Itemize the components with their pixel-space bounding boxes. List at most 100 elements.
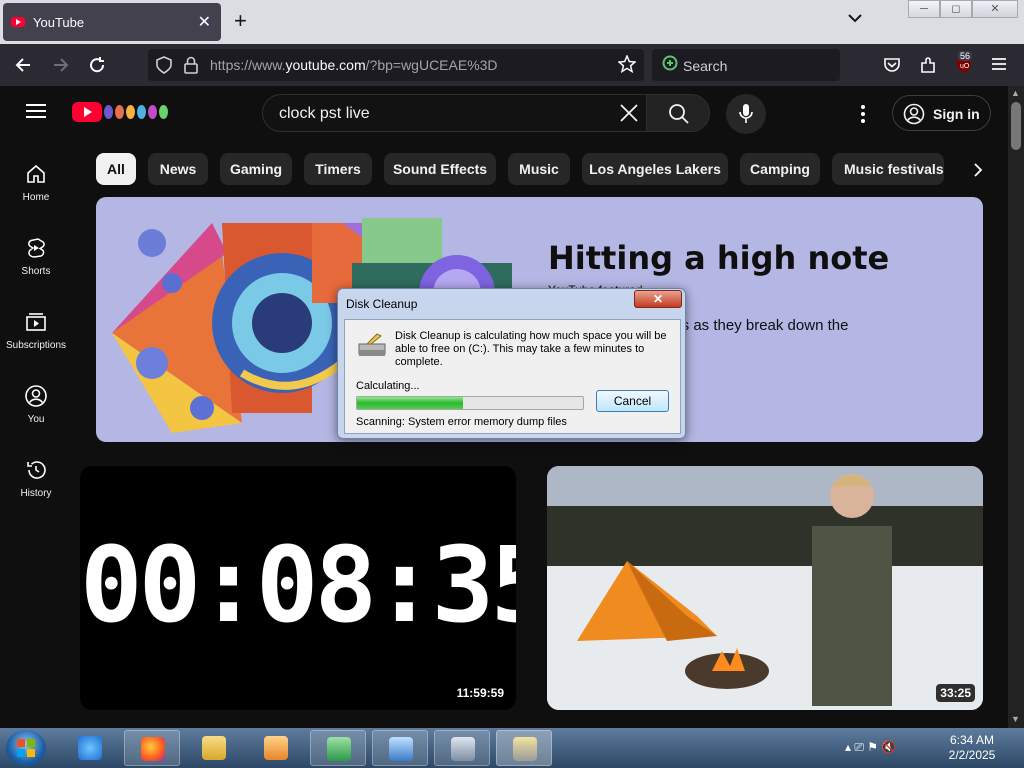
start-button[interactable]: [6, 730, 46, 766]
taskbar-internet-explorer[interactable]: [62, 730, 118, 766]
disk-cleanup-dialog: Disk Cleanup ✕ Disk Cleanup is calculati…: [337, 288, 686, 439]
chip-news[interactable]: News: [148, 153, 208, 185]
dialog-close-button[interactable]: ✕: [634, 290, 682, 308]
sidebar-label: Shorts: [21, 266, 51, 277]
new-tab-button[interactable]: +: [234, 8, 247, 34]
sidebar-item-history[interactable]: History: [0, 458, 72, 499]
chip-gaming[interactable]: Gaming: [220, 153, 292, 185]
search-placeholder: Search: [683, 58, 728, 74]
shield-icon[interactable]: [156, 56, 172, 74]
taskbar: ▴ ⎚ ⚑ 🔇 6:34 AM 2/2/2025: [0, 728, 1024, 768]
disk-cleanup-task-icon: [513, 737, 537, 761]
back-icon[interactable]: [14, 56, 32, 74]
window-controls: ─ ◻ ✕: [908, 0, 1018, 18]
media-player-icon: [264, 736, 288, 760]
clock-display: 00:08:35: [80, 524, 516, 646]
lock-icon[interactable]: [184, 56, 198, 74]
maximize-button[interactable]: ◻: [940, 0, 972, 18]
voice-search-button[interactable]: [726, 94, 766, 134]
url-text[interactable]: https://www.youtube.com/?bp=wgUCEAE%3D: [210, 57, 498, 73]
youtube-favicon-icon: [11, 17, 25, 27]
chip-all[interactable]: All: [96, 153, 136, 185]
chip-music-festivals[interactable]: Music festivals: [832, 153, 944, 185]
settings-more-icon[interactable]: [860, 104, 866, 124]
clear-search-icon[interactable]: [617, 101, 641, 125]
cancel-button[interactable]: Cancel: [596, 390, 669, 412]
dialog-status: Calculating...: [356, 380, 420, 392]
hamburger-menu-icon[interactable]: [26, 104, 46, 118]
sidebar-label: You: [27, 414, 45, 425]
sidebar-label: Home: [22, 192, 50, 203]
menu-icon[interactable]: [991, 57, 1007, 71]
sidebar-item-shorts[interactable]: Shorts: [0, 236, 72, 277]
search-engine-icon: [662, 55, 678, 71]
home-icon: [27, 164, 45, 183]
shorts-icon: [28, 238, 45, 258]
extension-badge: 56: [958, 51, 973, 61]
browser-tab-bar: YouTube ✕ + ─ ◻ ✕: [0, 0, 1024, 44]
chip-timers[interactable]: Timers: [304, 153, 372, 185]
you-icon: [25, 385, 47, 407]
sidebar-item-home[interactable]: Home: [0, 162, 72, 203]
sidebar-item-subscriptions[interactable]: Subscriptions: [0, 310, 72, 351]
reload-icon[interactable]: [88, 56, 106, 74]
account-icon: [903, 103, 925, 125]
chip-los-angeles-lakers[interactable]: Los Angeles Lakers: [582, 153, 728, 185]
firefox-icon: [141, 737, 165, 761]
youtube-search-button[interactable]: [646, 94, 710, 132]
browser-search-field[interactable]: Search: [652, 49, 840, 81]
dialog-title: Disk Cleanup: [346, 297, 418, 311]
subscriptions-icon: [26, 313, 46, 331]
dialog-message: Disk Cleanup is calculating how much spa…: [395, 330, 667, 368]
video-thumbnail-clock[interactable]: 00:08:35 11:59:59: [80, 466, 516, 710]
scrollbar-thumb[interactable]: [1011, 102, 1021, 150]
download-app-icon: [327, 737, 351, 761]
scanning-status: Scanning: System error memory dump files: [356, 416, 567, 428]
search-query[interactable]: clock pst live: [279, 105, 370, 123]
taskbar-app-3[interactable]: [434, 730, 490, 766]
taskbar-clock[interactable]: 6:34 AM 2/2/2025: [940, 733, 1004, 763]
taskbar-file-explorer[interactable]: [186, 730, 242, 766]
taskbar-media-player[interactable]: [248, 730, 304, 766]
scroll-up-arrow-icon[interactable]: ▲: [1011, 88, 1020, 98]
internet-explorer-icon: [78, 736, 102, 760]
minimize-button[interactable]: ─: [908, 0, 940, 18]
taskbar-firefox[interactable]: [124, 730, 180, 766]
taskbar-disk-cleanup[interactable]: [496, 730, 552, 766]
list-tabs-button[interactable]: [848, 10, 862, 28]
chip-camping[interactable]: Camping: [740, 153, 820, 185]
sign-in-button[interactable]: Sign in: [892, 95, 991, 131]
window-close-button[interactable]: ✕: [972, 0, 1018, 18]
browser-nav-bar: https://www.youtube.com/?bp=wgUCEAE%3D S…: [0, 44, 1024, 86]
dialog-body: Disk Cleanup is calculating how much spa…: [344, 319, 681, 434]
bookmark-star-icon[interactable]: [618, 55, 636, 73]
extensions-icon[interactable]: [919, 56, 937, 74]
history-icon: [27, 461, 46, 479]
chevron-right-icon[interactable]: [972, 162, 984, 178]
taskbar-app-2[interactable]: [372, 730, 428, 766]
clock-date: 2/2/2025: [948, 748, 996, 762]
forward-icon[interactable]: [52, 56, 70, 74]
search-icon: [669, 104, 689, 124]
youtube-logo[interactable]: [72, 102, 102, 122]
progress-fill: [357, 397, 464, 409]
video-thumbnail-camping[interactable]: 33:25: [547, 466, 983, 710]
sidebar-label: Subscriptions: [5, 340, 67, 351]
youtube-doodle-logo[interactable]: [104, 102, 168, 122]
network-computers-icon: [451, 737, 475, 761]
camping-thumbnail-image: [547, 466, 983, 710]
sidebar-item-you[interactable]: You: [0, 384, 72, 425]
youtube-search-input[interactable]: clock pst live: [262, 94, 648, 132]
chip-sound-effects[interactable]: Sound Effects: [384, 153, 496, 185]
taskbar-app-1[interactable]: [310, 730, 366, 766]
close-tab-icon[interactable]: ✕: [198, 12, 211, 32]
address-bar[interactable]: https://www.youtube.com/?bp=wgUCEAE%3D: [148, 49, 644, 81]
page-scrollbar[interactable]: ▲ ▼: [1008, 86, 1024, 728]
pocket-icon[interactable]: [883, 56, 901, 74]
video-duration: 33:25: [936, 684, 975, 702]
chip-music[interactable]: Music: [508, 153, 570, 185]
control-panel-icon: [389, 737, 413, 761]
scroll-down-arrow-icon[interactable]: ▼: [1011, 714, 1020, 724]
tab-youtube[interactable]: YouTube ✕: [3, 3, 221, 41]
system-tray-icons[interactable]: ▴ ⎚ ⚑ 🔇: [845, 740, 896, 755]
